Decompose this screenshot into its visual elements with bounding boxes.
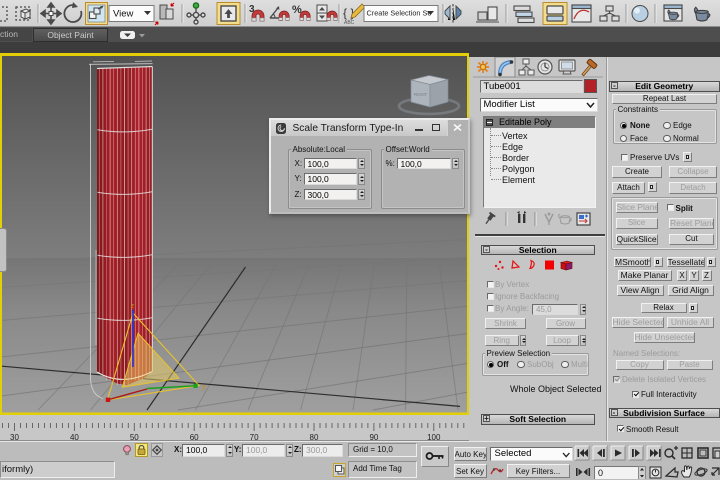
svg-text:View: View	[113, 9, 134, 20]
svg-text:100: 100	[427, 433, 441, 441]
svg-text:RIGHT: RIGHT	[414, 92, 427, 97]
svg-text:80: 80	[310, 433, 319, 441]
svg-text:0: 0	[598, 468, 603, 478]
svg-text:ABC: ABC	[344, 20, 355, 26]
svg-text:z: z	[131, 301, 135, 310]
svg-text:40: 40	[70, 433, 79, 441]
svg-text:50: 50	[130, 433, 139, 441]
svg-text:y: y	[202, 382, 206, 391]
svg-text:90: 90	[369, 433, 378, 441]
svg-text:60: 60	[190, 433, 199, 441]
svg-text:70: 70	[250, 433, 259, 441]
svg-text:30: 30	[10, 433, 19, 441]
svg-text:Create Selection Se: Create Selection Se	[367, 9, 432, 18]
